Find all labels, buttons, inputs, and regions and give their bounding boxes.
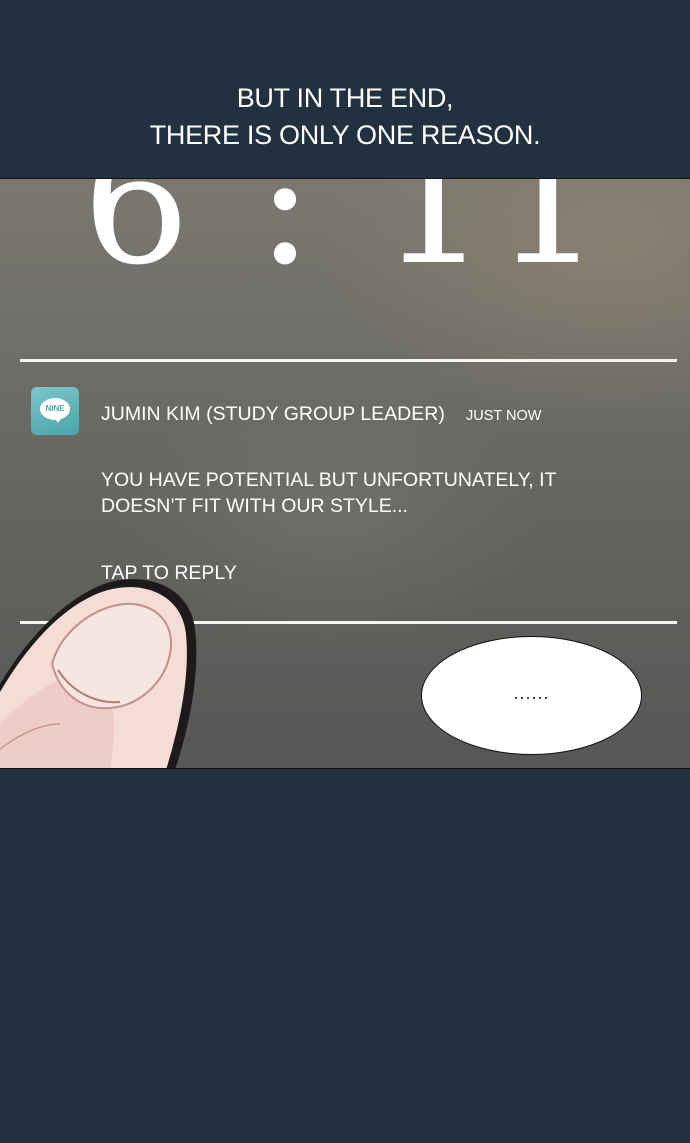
message-line-2: DOESN’T FIT WITH OUR STYLE... bbox=[101, 495, 408, 517]
notification-sender: JUMIN KIM (STUDY GROUP LEADER) bbox=[101, 403, 445, 425]
caption-line-1: BUT IN THE END, bbox=[236, 83, 454, 113]
speech-bubble: ...... bbox=[421, 636, 642, 755]
notification-time: JUST NOW bbox=[466, 408, 542, 424]
messenger-app-icon[interactable]: NINE bbox=[31, 387, 79, 435]
lockscreen-clock: 6 : 11 bbox=[82, 178, 608, 303]
notification-top-divider bbox=[20, 359, 677, 362]
notification-message[interactable]: YOU HAVE POTENTIAL BUT UNFORTUNATELY, IT… bbox=[101, 467, 621, 519]
message-line-1: YOU HAVE POTENTIAL BUT UNFORTUNATELY, IT bbox=[101, 469, 557, 491]
caption-line-2: THERE IS ONLY ONE REASON. bbox=[149, 120, 541, 150]
chat-bubble-icon bbox=[54, 417, 62, 423]
thumb-illustration bbox=[0, 579, 197, 768]
lockscreen-panel: 6 : 11 NINE JUMIN KIM (STUDY GROUP LEADE… bbox=[0, 178, 690, 769]
caption-box: BUT IN THE END, THERE IS ONLY ONE REASON… bbox=[0, 80, 690, 154]
